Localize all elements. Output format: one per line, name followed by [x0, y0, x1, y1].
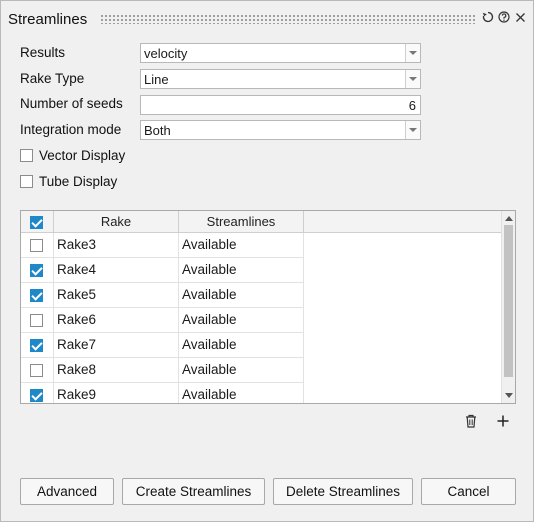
title-bar: Streamlines	[1, 1, 533, 37]
column-header-streamlines[interactable]: Streamlines	[179, 211, 304, 233]
table-row[interactable]: Rake8 Available	[21, 358, 503, 383]
row-checkbox-cell[interactable]	[21, 258, 54, 283]
seeds-label: Number of seeds	[20, 96, 123, 111]
table-row[interactable]: Rake9 Available	[21, 383, 503, 403]
tube-display-label: Tube Display	[39, 174, 118, 189]
rake-name-cell[interactable]: Rake7	[54, 333, 179, 358]
reset-icon[interactable]	[481, 11, 495, 27]
row-checkbox-cell[interactable]	[21, 283, 54, 308]
streamlines-status-cell[interactable]: Available	[179, 283, 304, 308]
chevron-down-icon[interactable]	[405, 121, 420, 139]
advanced-button[interactable]: Advanced	[20, 478, 114, 505]
table-row[interactable]: Rake4 Available	[21, 258, 503, 283]
close-icon[interactable]	[513, 11, 527, 27]
drag-handle[interactable]	[100, 14, 476, 24]
row-checkbox[interactable]	[30, 339, 43, 352]
add-icon[interactable]	[495, 413, 513, 431]
vector-display-checkbox[interactable]	[20, 149, 33, 162]
table-header: Rake Streamlines	[21, 211, 503, 233]
row-checkbox[interactable]	[30, 389, 43, 402]
rake-name-cell[interactable]: Rake8	[54, 358, 179, 383]
column-header-rake[interactable]: Rake	[54, 211, 179, 233]
rake-type-label: Rake Type	[20, 71, 85, 86]
row-checkbox[interactable]	[30, 289, 43, 302]
rake-type-value: Line	[144, 72, 169, 87]
panel-title: Streamlines	[8, 11, 88, 28]
row-checkbox-cell[interactable]	[21, 233, 54, 258]
rake-name-cell[interactable]: Rake9	[54, 383, 179, 403]
table-row[interactable]: Rake3 Available	[21, 233, 503, 258]
results-dropdown[interactable]: velocity	[140, 43, 421, 63]
chevron-down-icon[interactable]	[405, 44, 420, 62]
tube-display-checkbox[interactable]	[20, 175, 33, 188]
chevron-down-icon[interactable]	[405, 70, 420, 88]
rake-name-cell[interactable]: Rake4	[54, 258, 179, 283]
select-all-cell[interactable]	[21, 211, 54, 233]
table-row[interactable]: Rake6 Available	[21, 308, 503, 333]
streamlines-status-cell[interactable]: Available	[179, 383, 304, 403]
table-scrollbar[interactable]	[501, 211, 515, 403]
table-row[interactable]: Rake5 Available	[21, 283, 503, 308]
cancel-button[interactable]: Cancel	[421, 478, 516, 505]
integration-mode-dropdown[interactable]: Both	[140, 120, 421, 140]
create-streamlines-button[interactable]: Create Streamlines	[122, 478, 265, 505]
row-checkbox[interactable]	[30, 239, 43, 252]
row-checkbox-cell[interactable]	[21, 333, 54, 358]
row-checkbox-cell[interactable]	[21, 383, 54, 403]
select-all-checkbox[interactable]	[30, 216, 43, 229]
streamlines-status-cell[interactable]: Available	[179, 258, 304, 283]
streamlines-status-cell[interactable]: Available	[179, 308, 304, 333]
integration-mode-value: Both	[144, 123, 171, 138]
row-checkbox-cell[interactable]	[21, 308, 54, 333]
row-checkbox-cell[interactable]	[21, 358, 54, 383]
rake-table: Rake Streamlines Rake3 Available Rake4 Avai…	[20, 210, 516, 404]
row-checkbox[interactable]	[30, 264, 43, 277]
rake-name-cell[interactable]: Rake3	[54, 233, 179, 258]
trash-icon[interactable]	[463, 413, 481, 431]
streamlines-status-cell[interactable]: Available	[179, 358, 304, 383]
row-checkbox[interactable]	[30, 314, 43, 327]
seeds-value: 6	[408, 98, 416, 113]
streamlines-panel: Streamlines Results velocity Rake Type L…	[0, 0, 534, 522]
streamlines-status-cell[interactable]: Available	[179, 233, 304, 258]
row-checkbox[interactable]	[30, 364, 43, 377]
rake-type-dropdown[interactable]: Line	[140, 69, 421, 89]
scroll-down-icon[interactable]	[505, 393, 513, 398]
rake-name-cell[interactable]: Rake6	[54, 308, 179, 333]
seeds-input[interactable]: 6	[140, 95, 421, 115]
scroll-up-icon[interactable]	[505, 216, 513, 221]
vector-display-label: Vector Display	[39, 148, 126, 163]
table-row[interactable]: Rake7 Available	[21, 333, 503, 358]
help-icon[interactable]	[497, 11, 511, 27]
results-value: velocity	[144, 46, 188, 61]
rake-name-cell[interactable]: Rake5	[54, 283, 179, 308]
scroll-thumb[interactable]	[504, 225, 513, 377]
integration-mode-label: Integration mode	[20, 122, 122, 137]
delete-streamlines-button[interactable]: Delete Streamlines	[273, 478, 413, 505]
streamlines-status-cell[interactable]: Available	[179, 333, 304, 358]
results-label: Results	[20, 45, 66, 60]
